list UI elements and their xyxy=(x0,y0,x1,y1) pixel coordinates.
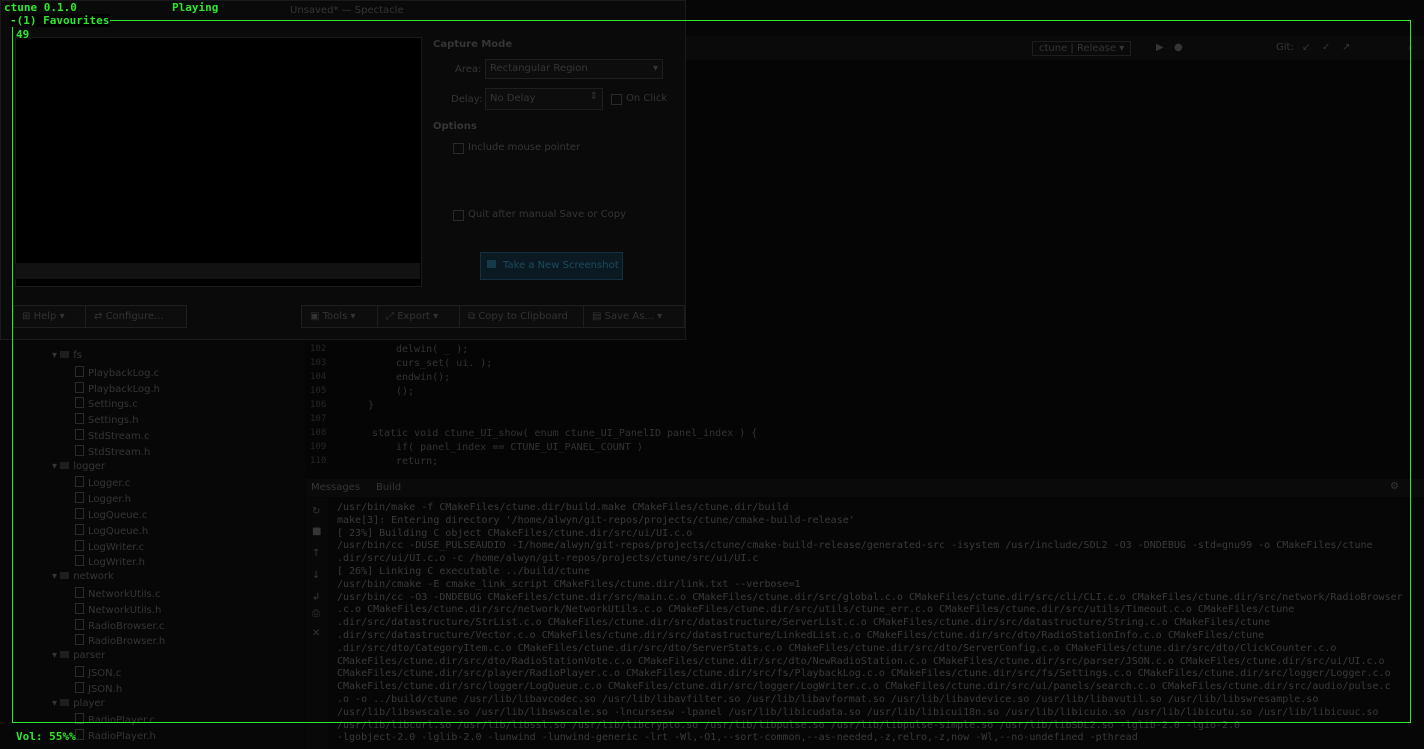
panel-title[interactable]: -(1) Favourites xyxy=(9,14,111,27)
volume-indicator: Vol: 55%% xyxy=(16,730,76,743)
panel-title-label: (1) Favourites xyxy=(16,14,110,27)
item-count: 49 xyxy=(16,28,30,41)
playback-status: Playing xyxy=(172,1,219,14)
spectacle-title: Unsaved* — Spectacle xyxy=(290,5,404,16)
build-output-line: -lgobject-2.0 -lglib-2.0 -lunwind -lunwi… xyxy=(337,732,1138,744)
favourites-panel[interactable] xyxy=(12,20,1411,723)
app-title: ctune 0.1.0 xyxy=(4,1,77,14)
